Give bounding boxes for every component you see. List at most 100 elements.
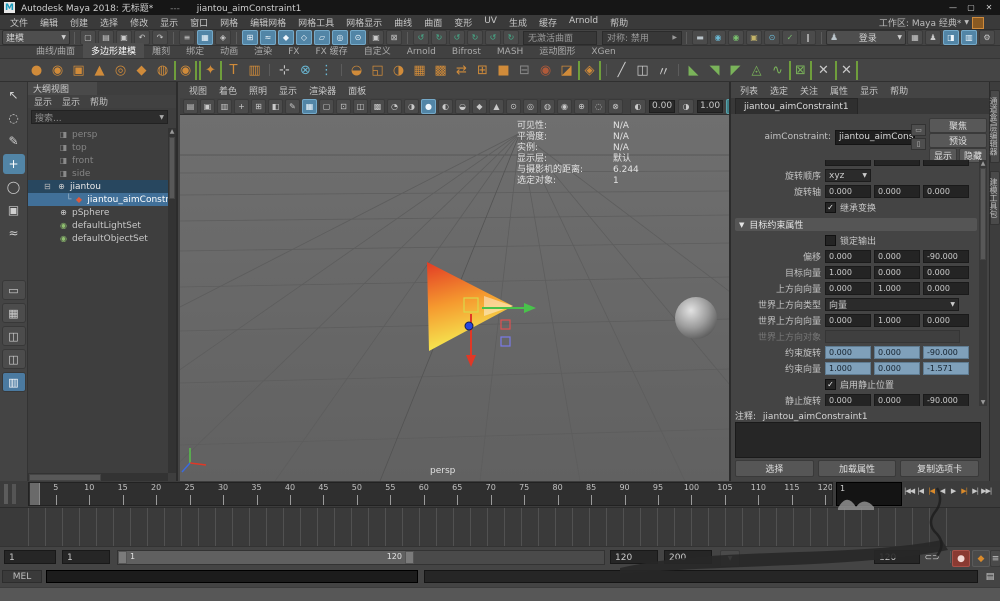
history-icon[interactable]: ↻ [503, 30, 519, 45]
animation-end-field[interactable]: 200 [664, 550, 712, 564]
joint-icon[interactable]: ⊹ [275, 61, 294, 80]
checkbox-继承变换[interactable]: ✓ [825, 202, 836, 213]
ae-node-tab[interactable]: jiantou_aimConstraint1 [735, 98, 858, 114]
outliner-item-top[interactable]: ◨ top [28, 141, 168, 154]
menu-Arnold[interactable]: Arnold [563, 16, 604, 29]
layout-two-pane-stacked[interactable]: ◫ [1, 349, 26, 369]
motion-blur-icon[interactable]: ◎ [523, 98, 538, 114]
go-to-start-button[interactable]: |◀◀ [904, 484, 915, 497]
menu-显示[interactable]: 显示 [154, 16, 184, 29]
image-plane-icon[interactable]: ⊞ [251, 98, 266, 114]
outliner-menu-帮助[interactable]: 帮助 [90, 95, 108, 108]
isolate-select-icon[interactable]: ⊕ [574, 98, 589, 114]
modeling-toolkit-side-tab[interactable]: 建模工具包 [989, 170, 1000, 225]
close-button[interactable]: ✕ [980, 0, 998, 14]
checkbox-锁定输出[interactable] [825, 235, 836, 246]
menu-生成[interactable]: 生成 [503, 16, 533, 29]
ae-field[interactable]: 0.000 [923, 282, 969, 295]
cube-wire-icon[interactable]: ■ [494, 61, 513, 80]
presets-button[interactable]: 预设 [929, 133, 987, 148]
ae-field[interactable]: 0.000 [825, 314, 871, 327]
resolution-gate-icon[interactable]: ⊡ [336, 98, 351, 114]
step-back-frame-button[interactable]: |◀ [915, 484, 925, 497]
layout-single-pane[interactable]: ▭ [1, 280, 26, 300]
skeleton-icon[interactable]: ⋮ [317, 61, 336, 80]
lock-camera-icon[interactable]: ▣ [200, 98, 215, 114]
outliner-menu-显示[interactable]: 显示 [34, 95, 52, 108]
minimize-button[interactable]: — [944, 0, 962, 14]
edge-flow-icon[interactable]: 〃 [654, 61, 673, 80]
outliner-horizontal-scrollbar[interactable] [28, 473, 168, 481]
cut-icon[interactable]: ✕ [814, 61, 833, 80]
circle-mesh-icon[interactable]: ◉ [536, 61, 555, 80]
layout-outliner-persp[interactable]: ▥ [1, 372, 26, 392]
gamma-icon[interactable]: ◑ [678, 98, 695, 114]
ae-field[interactable] [825, 160, 871, 166]
ik-handle-icon[interactable]: ⊗ [296, 61, 315, 80]
ae-scroll-up-arrow[interactable]: ▲ [979, 160, 987, 167]
separate-icon[interactable]: ◱ [368, 61, 387, 80]
ae-field[interactable]: 1.000 [825, 266, 871, 279]
launch-render-icon[interactable]: ✓ [782, 30, 798, 45]
outliner-item-defaultObjectSet[interactable]: ◉ defaultObjectSet [28, 232, 168, 245]
paint-select-tool[interactable]: ✎ [3, 131, 25, 151]
viewport-menu-视图[interactable]: 视图 [184, 84, 212, 97]
construction-history-icon[interactable]: ↺ [449, 30, 465, 45]
current-time-field[interactable]: 1 [836, 482, 902, 506]
bookmark-icon[interactable]: + [234, 98, 249, 114]
login-selector[interactable]: ♟ 登录 ▼ [826, 30, 906, 45]
ae-scroll-down-arrow[interactable]: ▼ [979, 399, 987, 406]
outliner-vertical-scrollbar[interactable]: ▲ [168, 128, 176, 473]
shelf-tab-自定义[interactable]: 自定义 [356, 43, 399, 58]
grid-icon[interactable]: ▦ [302, 98, 317, 114]
outliner-item-pSphere[interactable]: ⊕ pSphere [28, 206, 168, 219]
current-frame-marker[interactable] [30, 483, 40, 505]
tool-settings-toggle-icon[interactable]: ⚙ [979, 30, 995, 45]
checkbox-启用静止位置[interactable]: ✓ [825, 379, 836, 390]
humanik-icon[interactable]: ♟ [925, 30, 941, 45]
screen-space-ao-icon[interactable]: ⊙ [506, 98, 521, 114]
ae-field[interactable]: 0.000 [825, 394, 871, 406]
step-forward-frame-button[interactable]: ▶| [970, 484, 980, 497]
sphere-object[interactable] [675, 297, 717, 339]
outliner-item-side[interactable]: ◨ side [28, 167, 168, 180]
connections-icon[interactable]: ↺ [485, 30, 501, 45]
ae-field[interactable]: 0.000 [825, 346, 871, 359]
attribute-editor-toggle-icon[interactable]: ▥ [961, 30, 977, 45]
menu-创建[interactable]: 创建 [64, 16, 94, 29]
menu-帮助[interactable]: 帮助 [604, 16, 634, 29]
platonic-icon[interactable]: ✦ [199, 60, 222, 80]
ae-field[interactable]: 0.000 [874, 266, 920, 279]
use-all-lights-icon[interactable]: ◆ [472, 98, 487, 114]
copy-tab-button[interactable]: 复制选项卡 [900, 460, 980, 477]
pause-icon[interactable]: ‖ [800, 30, 816, 45]
joints-xray-icon[interactable]: ⊗ [608, 98, 623, 114]
notes-textarea[interactable] [735, 422, 981, 458]
shelf-tab-Arnold[interactable]: Arnold [399, 46, 444, 58]
history-toggle-icon[interactable]: ↻ [467, 30, 483, 45]
ae-field[interactable]: 0.000 [874, 362, 920, 375]
viewport-menu-显示[interactable]: 显示 [274, 84, 302, 97]
menu-网格工具[interactable]: 网格工具 [292, 16, 340, 29]
extrude-green-icon[interactable]: ◥ [705, 61, 724, 80]
playback-end-field[interactable]: 120 [610, 550, 658, 564]
shelf-tab-FX 缓存[interactable]: FX 缓存 [307, 43, 355, 58]
scroll-up-arrow[interactable]: ▲ [168, 128, 176, 136]
animation-preferences-button[interactable]: ≡ [990, 550, 1000, 567]
step-forward-key-button[interactable]: ▶| [959, 484, 969, 497]
range-start-handle[interactable] [118, 551, 127, 564]
viewport-3d-area[interactable]: 可见性: N/A 平滑度: N/A 实例: N/A 显示层: 默认 与摄影机的距离: 6.244 选… [180, 115, 729, 481]
reduce-icon[interactable]: ▩ [431, 61, 450, 80]
menu-修改[interactable]: 修改 [124, 16, 154, 29]
menu-UV[interactable]: UV [478, 16, 503, 29]
bridge-icon[interactable]: ◫ [633, 61, 652, 80]
gate-mask-icon[interactable]: ◫ [353, 98, 368, 114]
cube-green-icon[interactable]: ◬ [747, 61, 766, 80]
svg-icon[interactable]: ▥ [245, 61, 264, 80]
playback-loop-icon[interactable]: ⊂⊃ [924, 550, 940, 565]
play-backwards-button[interactable]: ◀ [937, 484, 947, 497]
film-gate-icon[interactable]: ▢ [319, 98, 334, 114]
symmetry-selector[interactable]: 对称: 禁用 ▶ [602, 30, 682, 45]
range-slider-track[interactable]: 1 120 [117, 550, 605, 565]
exposure-icon[interactable]: ◐ [630, 98, 646, 114]
